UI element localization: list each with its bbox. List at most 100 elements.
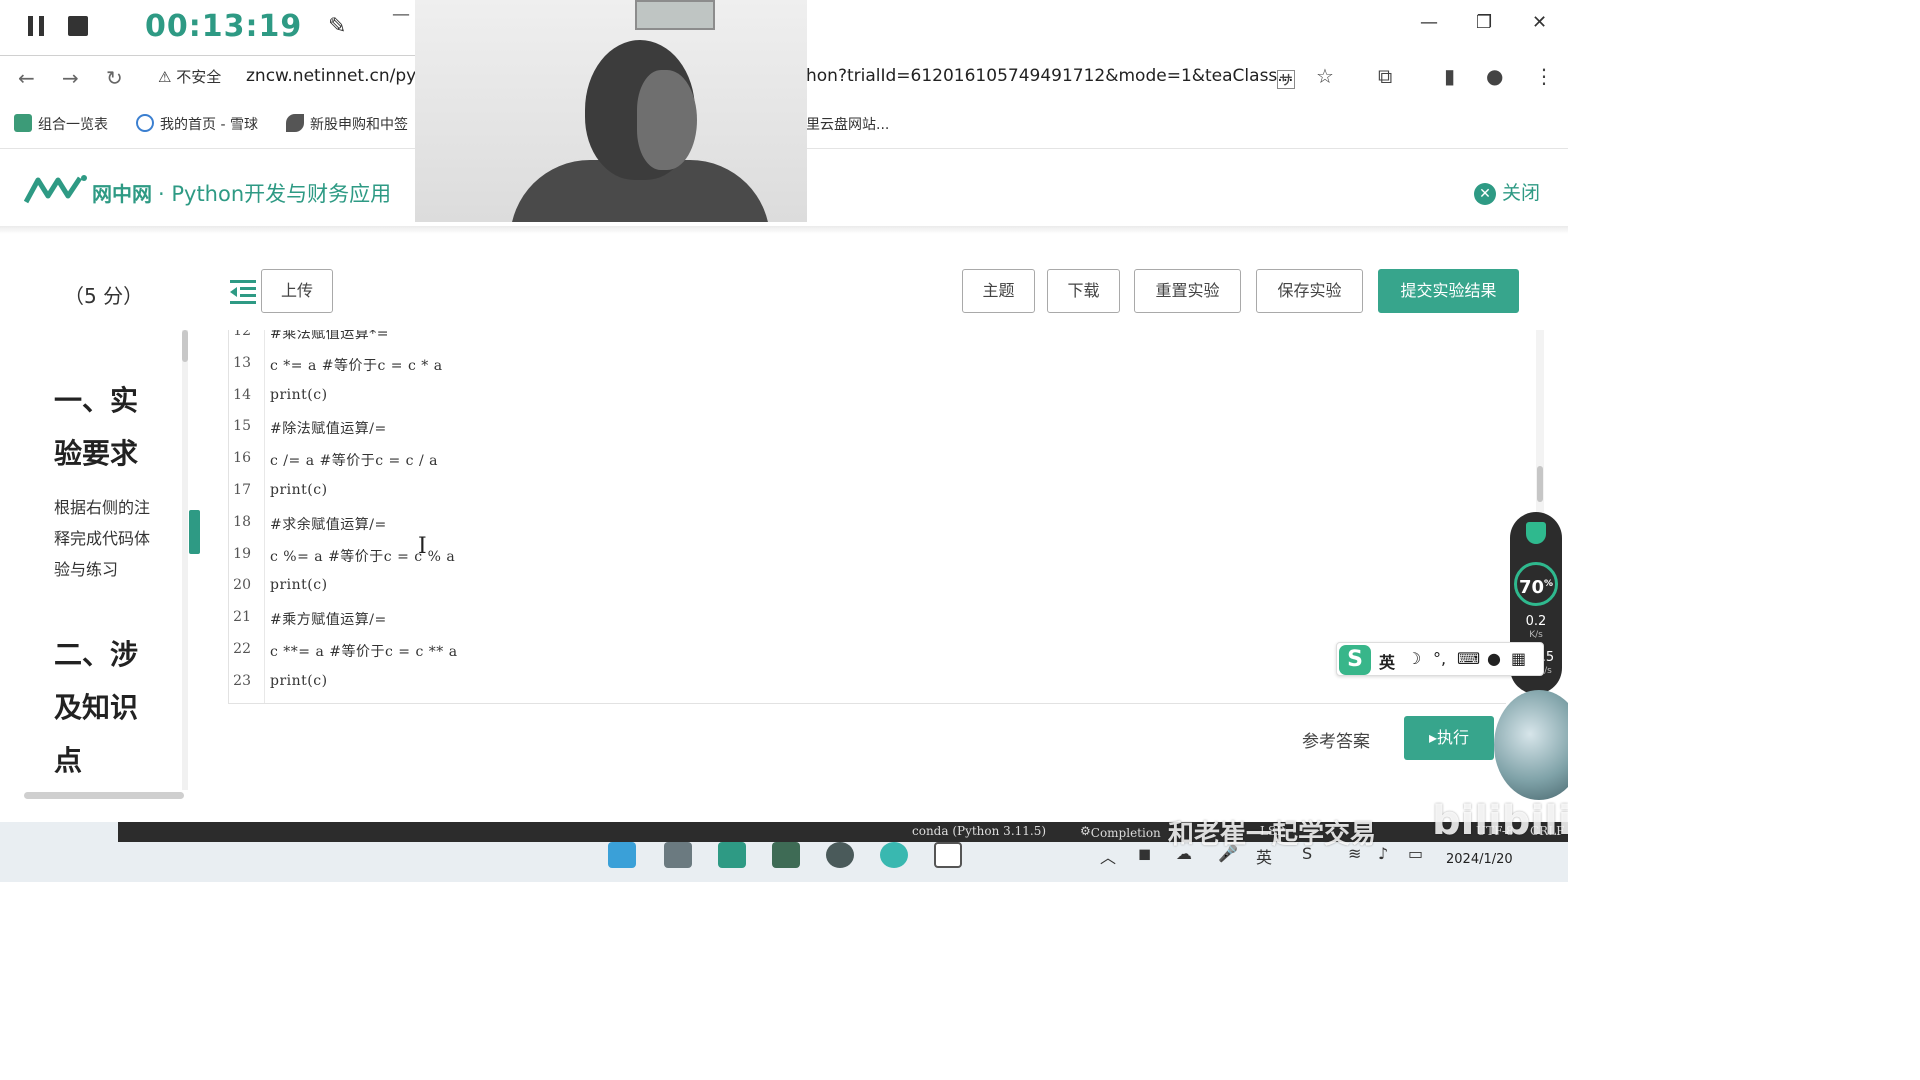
code-editor[interactable]: 12 #乘法赋值运算*= 13 c *= a #等价于c = c * a 14 print… bbox=[228, 330, 1506, 704]
code-line[interactable]: 22 c **= a #等价于c = c ** a bbox=[229, 634, 1506, 666]
line-number: 20 bbox=[233, 577, 251, 594]
battery-icon[interactable]: ▭ bbox=[1408, 844, 1423, 863]
code-text: #除法赋值运算/= bbox=[270, 421, 387, 438]
apps-grid-icon[interactable]: ▦ bbox=[1511, 649, 1526, 668]
code-line[interactable]: 14 print(c) bbox=[229, 380, 1506, 412]
code-line[interactable]: 16 c /= a #等价于c = c / a bbox=[229, 443, 1506, 475]
code-text: #乘方赋值运算/= bbox=[270, 612, 387, 629]
save-experiment-button[interactable]: 保存实验 bbox=[1256, 269, 1363, 313]
pen-icon[interactable]: ✎ bbox=[328, 14, 346, 39]
code-line[interactable]: 12 #乘法赋值运算*= bbox=[229, 330, 1506, 348]
usage-unit: % bbox=[1544, 579, 1554, 589]
bookmark-item[interactable]: 组合一览表 bbox=[14, 114, 108, 134]
code-text: c **= a #等价于c = c ** a bbox=[270, 644, 458, 660]
webcam-overlay bbox=[415, 0, 807, 222]
taskbar-date[interactable]: 2024/1/20 bbox=[1446, 852, 1513, 867]
wall-picture bbox=[635, 0, 715, 30]
bookmark-label: 我的首页 - 雪球 bbox=[160, 117, 258, 133]
screen: 00:13:19 ✎ — — ❐ ✕ ← → ↻ ⚠ 不安全 zncw.neti… bbox=[0, 0, 1568, 882]
code-line[interactable]: 20 print(c) bbox=[229, 570, 1506, 602]
ime-toolbar[interactable]: S 英 ☽ °, ⌨ ● ▦ bbox=[1336, 642, 1544, 676]
ime-language[interactable]: 英 bbox=[1379, 649, 1395, 673]
security-label: 不安全 bbox=[176, 68, 222, 86]
line-number: 22 bbox=[233, 641, 251, 657]
line-number: 17 bbox=[233, 482, 251, 498]
code-line[interactable]: 21 #乘方赋值运算/= bbox=[229, 602, 1506, 634]
completion-status[interactable]: ⚙ Completion bbox=[1080, 824, 1161, 840]
menu-kebab-icon[interactable]: ⋮ bbox=[1534, 64, 1554, 88]
recording-timer: 00:13:19 bbox=[145, 9, 303, 44]
back-icon[interactable]: ← bbox=[18, 66, 35, 90]
translate-icon[interactable]: 🈂 bbox=[1276, 64, 1296, 93]
app-chart-icon[interactable] bbox=[772, 842, 800, 868]
reload-icon[interactable]: ↻ bbox=[106, 66, 123, 90]
user-icon[interactable]: ● bbox=[1487, 649, 1501, 668]
chrome-icon[interactable] bbox=[826, 842, 854, 868]
app-ks-icon[interactable] bbox=[934, 842, 962, 868]
run-button[interactable]: ▸执行 bbox=[1404, 716, 1494, 760]
collapse-panel-icon[interactable] bbox=[228, 278, 258, 306]
tray-expand-icon[interactable]: ︿ bbox=[1100, 844, 1116, 868]
profile-avatar-icon[interactable]: ● bbox=[1486, 64, 1503, 88]
presenter-face bbox=[637, 70, 697, 170]
left-panel-hscrollbar[interactable] bbox=[24, 792, 184, 799]
assistant-robot-icon[interactable] bbox=[1494, 690, 1568, 800]
code-line[interactable]: 23 print(c) bbox=[229, 666, 1506, 698]
bookmark-item[interactable]: 我的首页 - 雪球 bbox=[136, 114, 258, 134]
shield-icon bbox=[1526, 522, 1546, 544]
minimize-recorder-icon[interactable]: — bbox=[392, 4, 410, 25]
star-icon[interactable]: ☆ bbox=[1316, 64, 1334, 88]
volume-icon[interactable]: ♪ bbox=[1378, 844, 1388, 863]
side-panel-icon[interactable]: ▮ bbox=[1444, 64, 1455, 88]
code-line[interactable]: 13 c *= a #等价于c = c * a bbox=[229, 348, 1506, 380]
code-text: print(c) bbox=[270, 482, 328, 498]
bookmark-item[interactable]: 里云盘网站... bbox=[806, 114, 889, 134]
line-number: 14 bbox=[233, 386, 251, 403]
reference-answer-link[interactable]: 参考答案 bbox=[1302, 727, 1370, 752]
code-text: print(c) bbox=[270, 577, 328, 594]
file-explorer-icon[interactable] bbox=[664, 842, 692, 868]
line-number: 12 bbox=[233, 330, 251, 339]
forward-icon[interactable]: → bbox=[62, 66, 79, 90]
bookmark-label: 里云盘网站... bbox=[806, 117, 890, 133]
theme-button[interactable]: 主题 bbox=[962, 269, 1035, 313]
code-text: #求余赋值运算/= bbox=[270, 516, 387, 533]
window-close-icon[interactable]: ✕ bbox=[1532, 12, 1547, 33]
close-icon: ✕ bbox=[1474, 183, 1496, 205]
stop-icon[interactable] bbox=[68, 16, 88, 36]
close-label: 关闭 bbox=[1502, 182, 1541, 204]
pause-icon[interactable] bbox=[28, 16, 46, 36]
play-icon: ▸ bbox=[1428, 728, 1437, 747]
code-text: print(c) bbox=[270, 672, 328, 689]
url-text-right: hon?trialId=612016105749491712&mode=1&te… bbox=[806, 66, 1294, 86]
submit-results-button[interactable]: 提交实验结果 bbox=[1378, 269, 1519, 313]
usage-value: 70 bbox=[1518, 577, 1545, 598]
insecure-warning[interactable]: ⚠ 不安全 bbox=[158, 66, 221, 87]
text-cursor-icon: I bbox=[418, 534, 427, 559]
conda-env-status[interactable]: conda (Python 3.11.5) bbox=[912, 824, 1046, 838]
code-line[interactable]: 17 print(c) bbox=[229, 475, 1506, 507]
punctuation-icon[interactable]: °, bbox=[1433, 649, 1446, 668]
code-line[interactable]: 15 #除法赋值运算/= bbox=[229, 411, 1506, 443]
tray-app-icon[interactable]: ◼ bbox=[1138, 844, 1151, 863]
close-button[interactable]: ✕ 关闭 bbox=[1474, 178, 1540, 205]
extensions-icon[interactable]: ⧉ bbox=[1378, 64, 1392, 88]
instructions-panel: （5 分） 一、实验要求 根据右侧的注释完成代码体验与练习 二、涉及知识点 bbox=[0, 234, 200, 804]
sogou-logo-icon[interactable]: S bbox=[1339, 645, 1371, 675]
app-bird-icon[interactable] bbox=[718, 842, 746, 868]
upload-button[interactable]: 上传 bbox=[261, 269, 333, 313]
keyboard-icon[interactable]: ⌨ bbox=[1457, 649, 1480, 668]
reset-experiment-button[interactable]: 重置实验 bbox=[1134, 269, 1241, 313]
site-logo-icon[interactable] bbox=[24, 174, 90, 204]
panel-splitter-handle[interactable] bbox=[189, 510, 200, 554]
download-button[interactable]: 下载 bbox=[1047, 269, 1120, 313]
app-circle-icon[interactable] bbox=[880, 842, 908, 868]
score-label: （5 分） bbox=[64, 284, 144, 308]
window-minimize-icon[interactable]: — bbox=[1420, 12, 1438, 33]
left-panel-scrollbar[interactable] bbox=[182, 330, 188, 790]
bookmark-item[interactable]: 新股申购和中签 bbox=[286, 114, 408, 134]
windows-start-icon[interactable] bbox=[608, 842, 636, 868]
window-restore-icon[interactable]: ❐ bbox=[1476, 12, 1492, 33]
moon-icon[interactable]: ☽ bbox=[1407, 649, 1421, 668]
line-number: 15 bbox=[233, 418, 251, 435]
